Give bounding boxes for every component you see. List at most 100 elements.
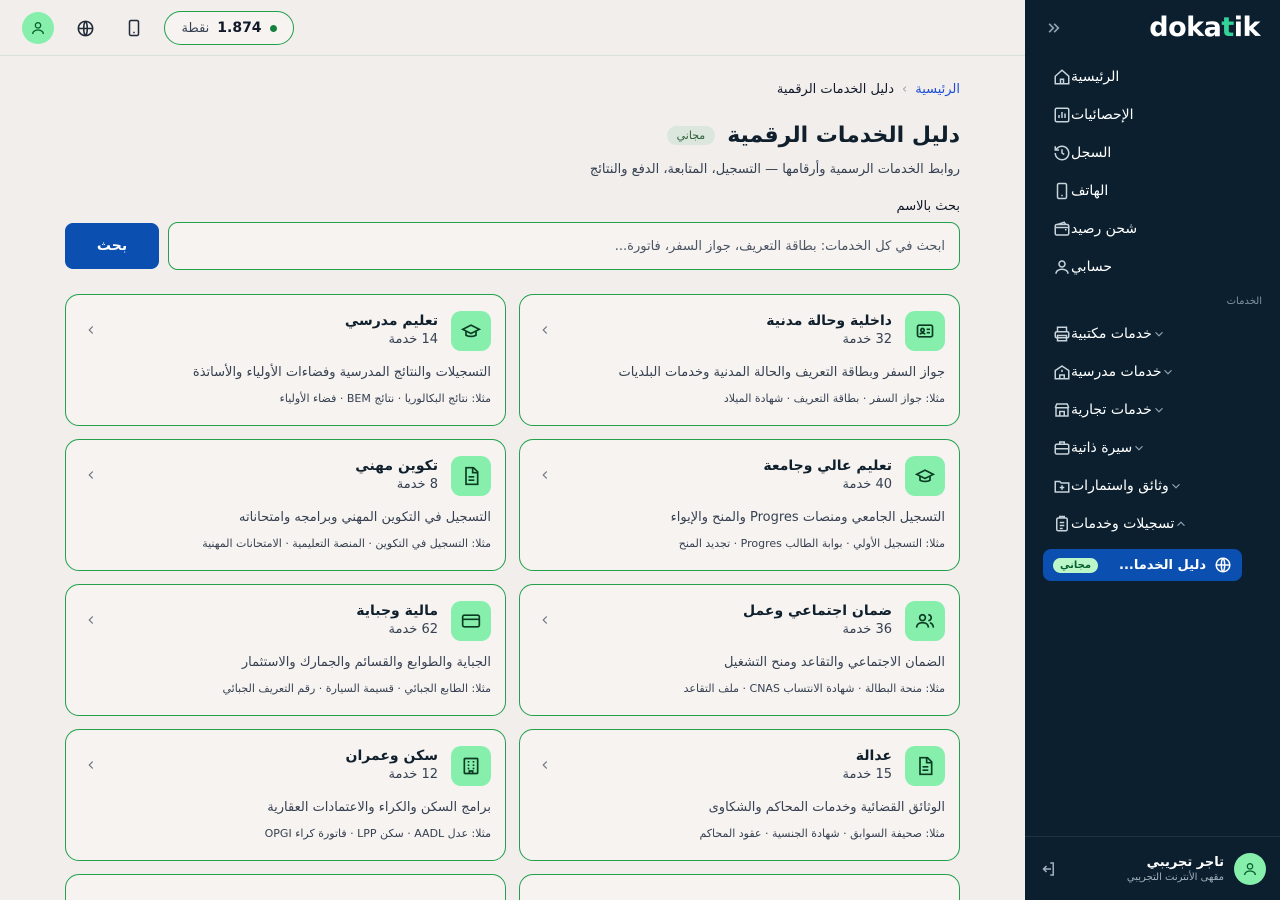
chevron-left-icon [542,471,548,479]
sidebar-item-school-services[interactable]: خدمات مدرسية [1025,353,1280,391]
chevron-left-icon [542,761,548,769]
sidebar-item-label: حسابي [1071,259,1112,275]
card-count: 62 خدمة [388,622,438,637]
credit-card-icon [451,601,491,641]
user-icon [1244,862,1256,875]
sidebar-item-account[interactable]: حسابي [1025,248,1280,286]
store-icon [1054,403,1070,417]
card-description: الضمان الاجتماعي والتقاعد ومنح التشغيل [723,655,945,670]
services-nav: خدمات مكتبية خدمات مدرسية خدمات تجارية س… [1025,313,1280,543]
logo[interactable]: dokatik [1149,12,1260,43]
printer-icon [1054,326,1070,342]
card-description: التسجيل الجامعي ومنصات Progres والمنح وا… [670,510,945,525]
sidebar-item-label: خدمات مكتبية [1071,326,1152,342]
home-icon [1054,69,1070,85]
breadcrumb: الرئيسية › دليل الخدمات الرقمية [65,82,960,97]
avatar[interactable] [1234,852,1266,885]
phone-icon [1056,182,1068,200]
card-description: الجباية والطوابع والقسائم والجمارك والاس… [241,655,491,670]
users-icon [905,601,945,641]
chevron-down-icon [1154,407,1163,413]
collapse-sidebar-icon[interactable] [1045,18,1065,38]
card-examples: مثلا: منحة البطالة · شهادة الانتساب CNAS… [683,682,945,695]
main-content: الرئيسية › دليل الخدمات الرقمية دليل الخ… [65,56,960,900]
category-card[interactable] [519,874,960,900]
globe-icon[interactable] [76,19,95,38]
graduation-cap-icon [451,311,491,351]
school-icon [1054,365,1070,380]
card-count: 32 خدمة [842,332,892,347]
points-unit: نقطة [181,20,210,36]
category-card-school-education[interactable]: تعليم مدرسي 14 خدمة التسجيلات والنتائج ال… [65,294,506,426]
card-count: 15 خدمة [842,767,892,782]
card-title: داخلية وحالة مدنية [766,313,892,329]
sidebar-item-phone[interactable]: الهاتف [1025,172,1280,210]
card-count: 12 خدمة [388,767,438,782]
card-description: الوثائق القضائية وخدمات المحاكم والشكاوى [708,800,945,815]
card-description: التسجيل في التكوين المهني وبرامجه وامتحا… [238,510,491,525]
sidebar-item-topup[interactable]: شحن رصيد [1025,210,1280,248]
chevron-left-icon [88,616,94,624]
sidebar-item-commercial-services[interactable]: خدمات تجارية [1025,391,1280,429]
main-nav: الرئيسية الإحصائيات السجل الهاتف شحن رصي… [1025,56,1280,286]
card-title: سكن وعمران [345,748,439,764]
sidebar-item-label: الرئيسية [1071,69,1120,85]
sidebar-item-home[interactable]: الرئيسية [1025,58,1280,96]
card-examples: مثلا: عدل AADL · سكن LPP · فاتورة كراء O… [264,827,491,840]
sidebar-item-history[interactable]: السجل [1025,134,1280,172]
chevron-down-icon [1135,445,1144,451]
chevron-left-icon [88,326,94,334]
category-card-housing[interactable]: سكن وعمران 12 خدمة برامج السكن والكراء وا… [65,729,506,861]
chevron-left-icon [88,761,94,769]
sidebar-item-documents-forms[interactable]: وثائق واستمارات [1025,467,1280,505]
sidebar-item-cv[interactable]: سيرة ذاتية [1025,429,1280,467]
card-examples: مثلا: جواز السفر · بطاقة التعريف · شهادة… [723,392,945,405]
free-badge: مجاني [666,126,716,145]
user-subtitle: مقهى الأنترنت التجريبي [1126,871,1224,883]
search-button[interactable]: بحث [65,223,159,269]
user-name: تاجر تجريبي [1146,854,1224,870]
clipboard-icon [1056,515,1068,532]
chevron-down-icon [1177,521,1186,527]
profile-avatar-button[interactable] [22,12,54,44]
sidebar-item-label: تسجيلات وخدمات [1071,516,1175,532]
category-card-justice[interactable]: عدالة 15 خدمة الوثائق القضائية وخدمات الم… [519,729,960,861]
card-count: 40 خدمة [842,477,892,492]
chevron-left-icon [88,471,94,479]
category-card[interactable] [65,874,506,900]
logout-icon[interactable] [1039,860,1057,878]
card-count: 8 خدمة [396,477,438,492]
card-title: ضمان اجتماعي وعمل [743,603,892,619]
sidebar-item-office-services[interactable]: خدمات مكتبية [1025,315,1280,353]
breadcrumb-current: دليل الخدمات الرقمية [776,82,895,97]
sidebar-item-label: شحن رصيد [1071,221,1138,237]
breadcrumb-separator: › [902,82,908,97]
sidebar-item-label: وثائق واستمارات [1071,478,1169,494]
page-title: دليل الخدمات الرقمية [727,123,960,148]
mobile-icon[interactable] [125,18,143,38]
points-balance[interactable]: 1.874 نقطة [164,11,294,45]
search-input[interactable] [168,222,960,270]
chevron-down-icon [1154,331,1163,337]
services-section-title: الخدمات [1226,296,1262,307]
category-card-higher-education[interactable]: تعليم عالي وجامعة 40 خدمة التسجيل الجامعي… [519,439,960,571]
top-bar: 1.874 نقطة [0,0,1025,56]
card-description: برامج السكن والكراء والاعتمادات العقارية [267,800,491,815]
sidebar-item-label: خدمات تجارية [1071,402,1152,418]
category-card-vocational-training[interactable]: تكوين مهني 8 خدمة التسجيل في التكوين المه… [65,439,506,571]
folder-icon [1054,480,1070,493]
sidebar-item-label: الإحصائيات [1071,107,1134,123]
category-card-social-security[interactable]: ضمان اجتماعي وعمل 36 خدمة الضمان الاجتماع… [519,584,960,716]
category-card-interior-civil[interactable]: داخلية وحالة مدنية 32 خدمة جواز السفر وبط… [519,294,960,426]
card-title: تعليم عالي وجامعة [763,458,892,474]
globe-icon [1215,557,1231,573]
sidebar-item-digital-services-guide[interactable]: دليل الخدما... مجاني [1043,549,1242,581]
sidebar-item-registrations-services[interactable]: تسجيلات وخدمات [1025,505,1280,543]
building-icon [451,746,491,786]
user-icon [32,22,44,35]
breadcrumb-home-link[interactable]: الرئيسية [915,82,960,97]
sidebar-item-statistics[interactable]: الإحصائيات [1025,96,1280,134]
chevron-down-icon [1164,369,1173,375]
category-card-finance-tax[interactable]: مالية وجباية 62 خدمة الجباية والطوابع وال… [65,584,506,716]
sidebar-item-label: دليل الخدما... [1119,557,1206,573]
